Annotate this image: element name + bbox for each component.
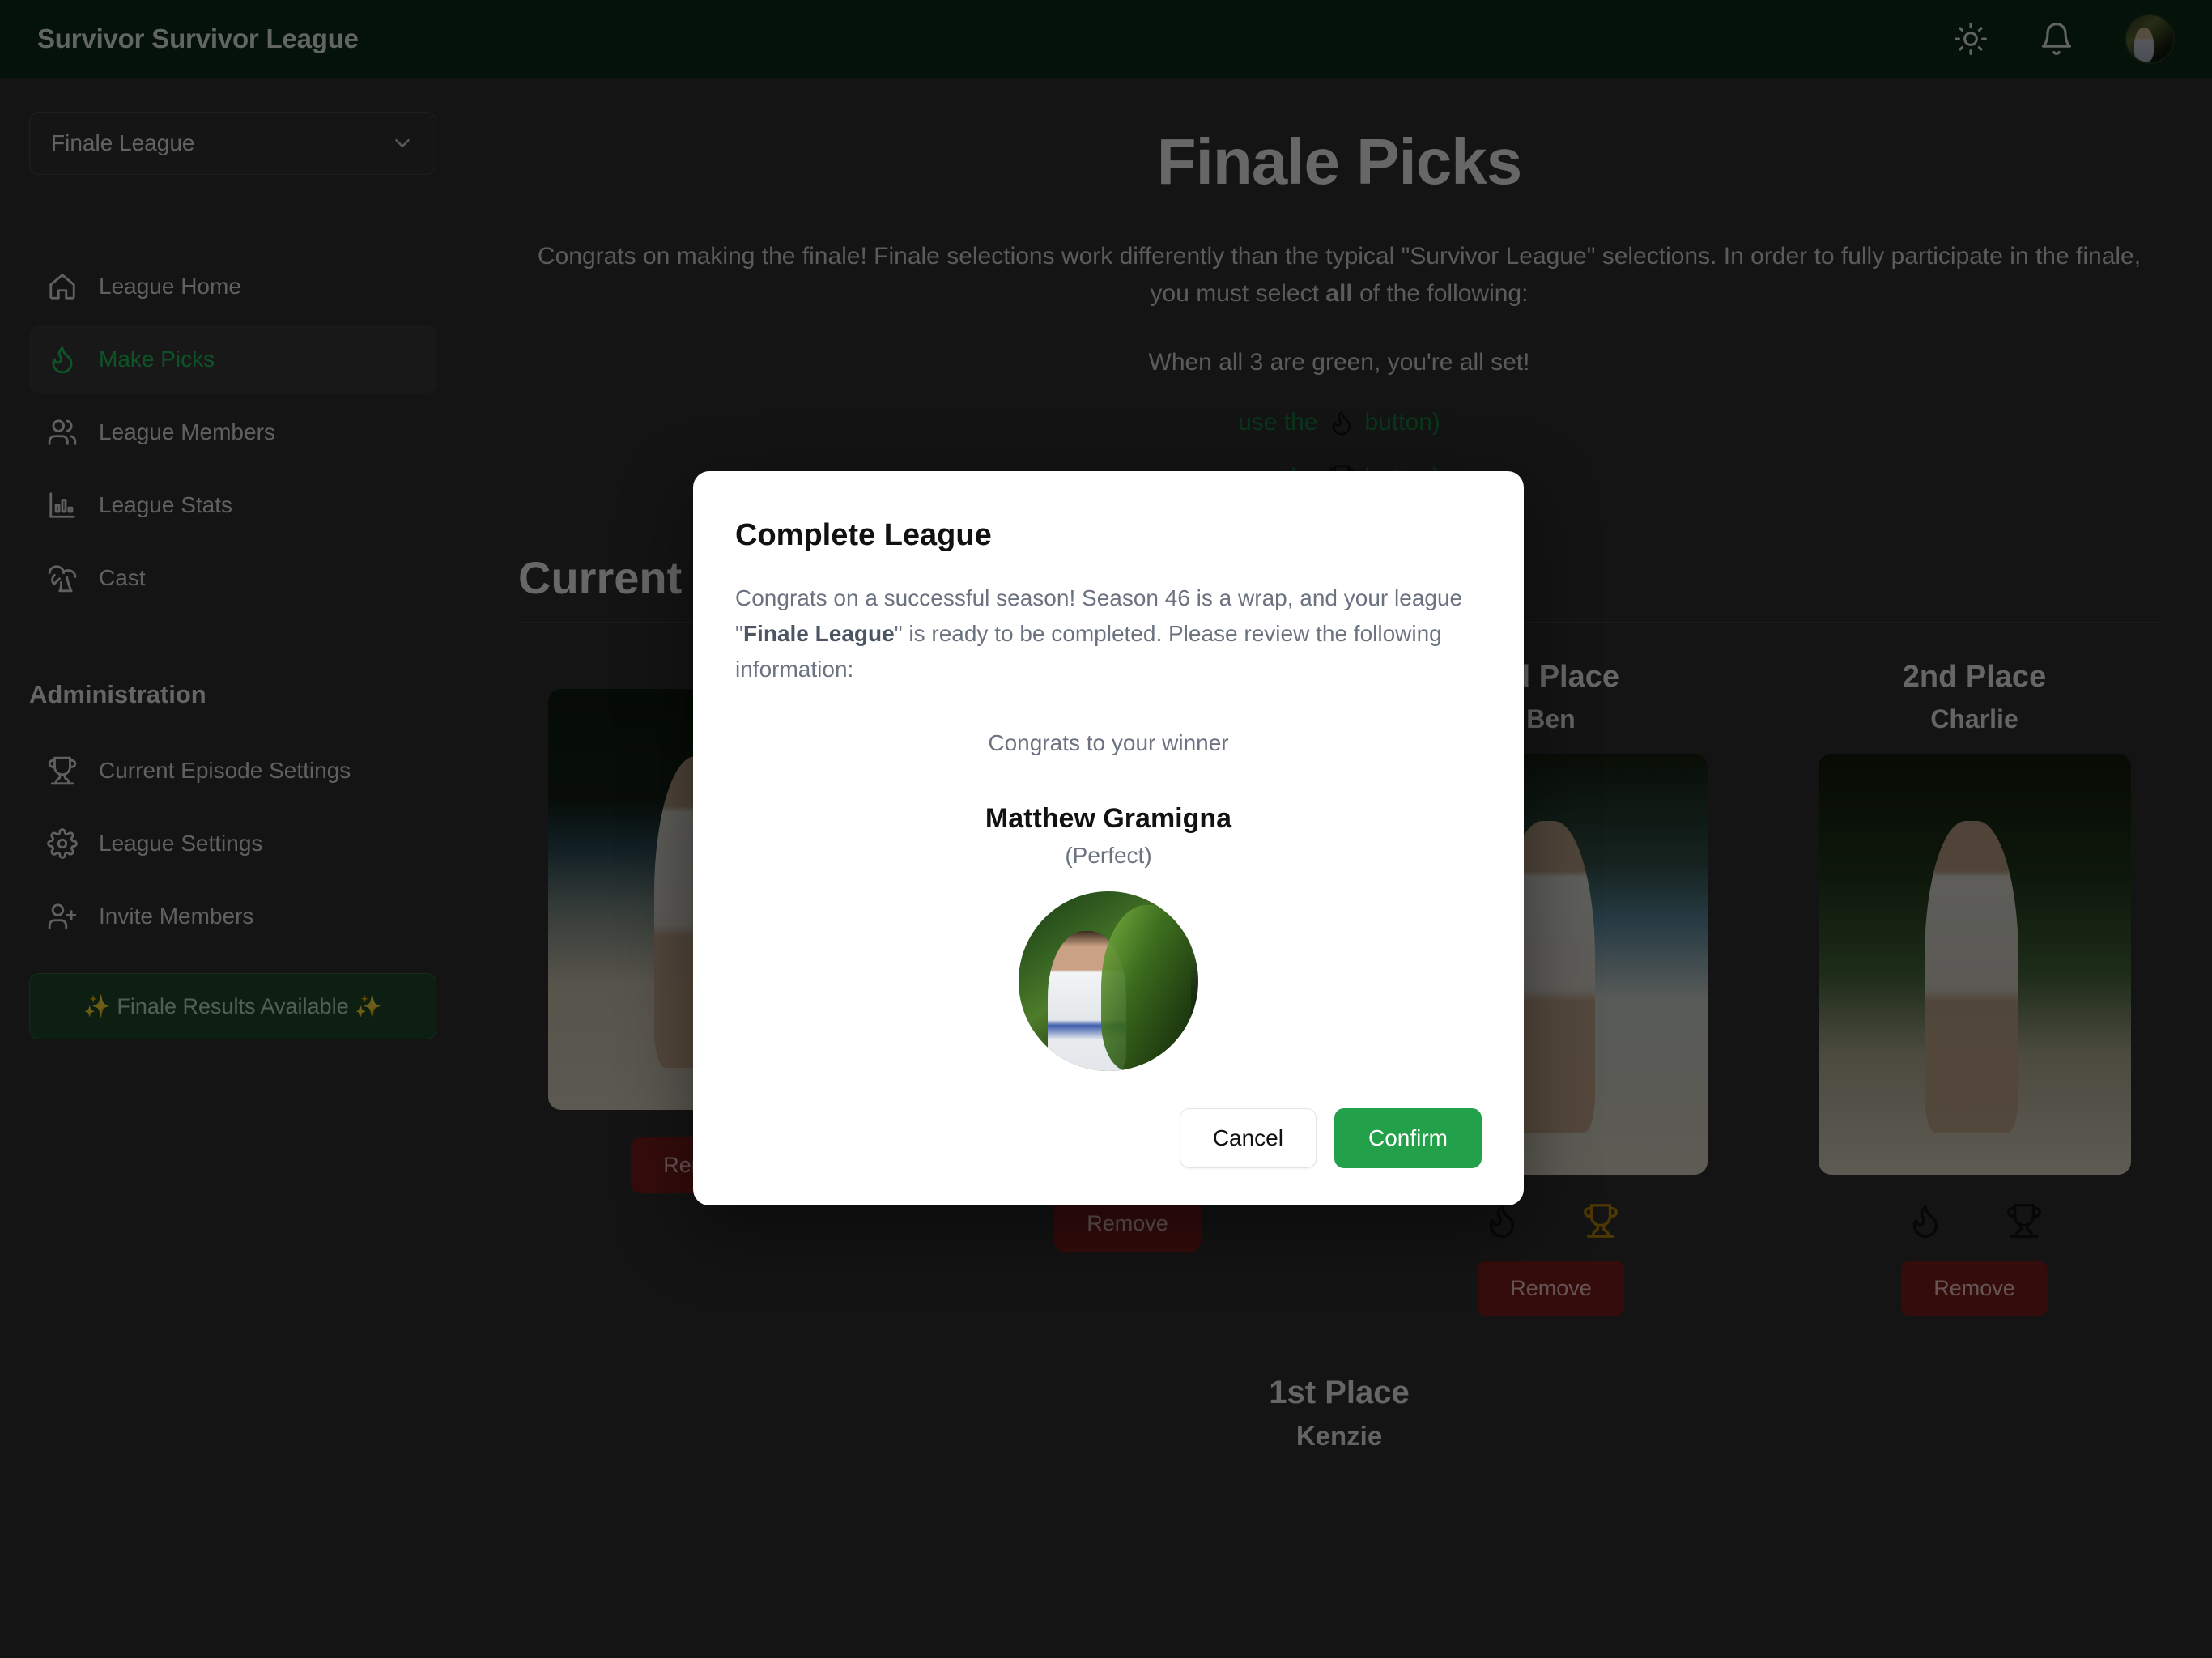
modal-description: Congrats on a successful season! Season …: [735, 580, 1482, 688]
modal-desc-league-name: Finale League: [742, 621, 895, 647]
winner-subtitle: (Perfect): [1065, 842, 1152, 868]
cancel-button[interactable]: Cancel: [1179, 1107, 1317, 1168]
winner-photo: [1019, 891, 1198, 1071]
confirm-button[interactable]: Confirm: [1334, 1107, 1482, 1168]
winner-lead-text: Congrats to your winner: [988, 729, 1229, 755]
modal-actions: Cancel Confirm: [735, 1107, 1482, 1168]
modal-title: Complete League: [735, 518, 992, 552]
winner-name: Matthew Gramigna: [985, 802, 1232, 834]
modal-overlay[interactable]: Complete League Congrats on a successful…: [0, 0, 2212, 1658]
complete-league-modal: Complete League Congrats on a successful…: [693, 471, 1524, 1205]
